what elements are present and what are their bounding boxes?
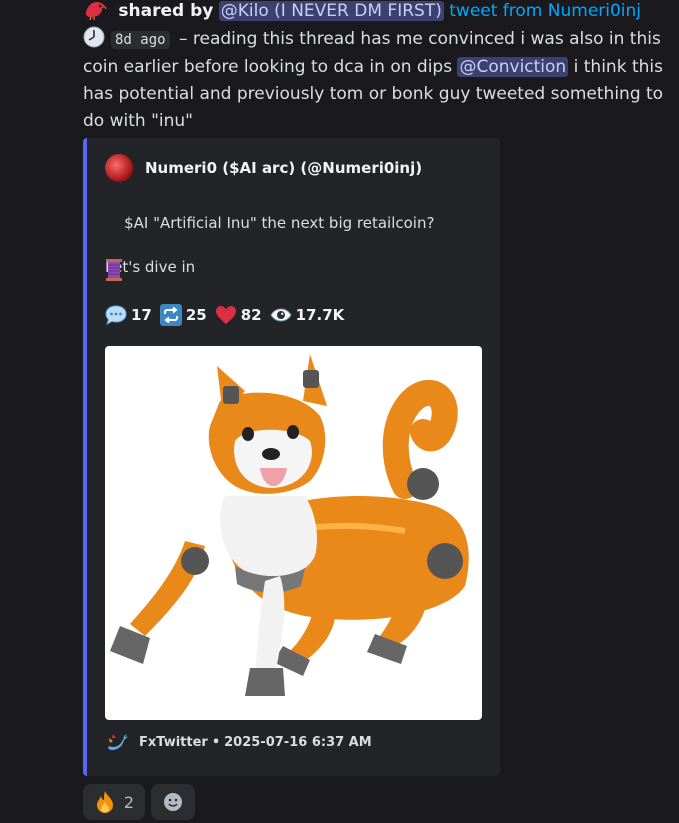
retweet-stat: 25: [159, 304, 207, 326]
fire-reaction[interactable]: 2: [83, 784, 145, 820]
message-body: 8d ago – reading this thread has me conv…: [83, 26, 673, 135]
like-stat: 82: [215, 305, 262, 325]
sharer-mention[interactable]: @Kilo (I NEVER DM FIRST): [218, 1, 444, 21]
conviction-mention[interactable]: @Conviction: [457, 57, 569, 77]
embed-author[interactable]: Numeri0 ($AI arc) (@Numeri0inj): [105, 154, 422, 182]
robot-dog-image: [110, 354, 469, 696]
add-reaction-icon: [164, 793, 182, 811]
footer-datetime: 2025-07-16 6:37 AM: [224, 734, 372, 750]
message-header: shared by @Kilo (I NEVER DM FIRST) tweet…: [83, 0, 641, 25]
retweet-count: 25: [185, 306, 207, 324]
footer-separator: •: [211, 734, 221, 750]
embed-footer: FxTwitter • 2025-07-16 6:37 AM: [107, 732, 372, 752]
add-reaction-button[interactable]: [151, 784, 195, 820]
tweet-embed: Numeri0 ($AI arc) (@Numeri0inj) $AI "Art…: [83, 138, 500, 776]
shared-by-label: shared by: [118, 1, 214, 21]
embed-description-text: $AI "Artificial Inu" the next big retail…: [105, 214, 435, 276]
clock-icon: [83, 26, 105, 48]
reply-stat: 17: [105, 305, 152, 325]
tweet-image[interactable]: [105, 346, 482, 720]
tweet-link[interactable]: tweet from Numeri0inj: [449, 1, 641, 21]
speech-bubble-icon: [105, 305, 127, 325]
footer-source: FxTwitter: [139, 734, 208, 750]
reactions-bar: 2: [83, 784, 201, 820]
view-stat: 17.7K: [270, 306, 345, 324]
tweet-stats: 17 25 82 17.7K: [105, 304, 352, 326]
timestamp-badge[interactable]: 8d ago: [111, 31, 170, 49]
thread-spool-icon: [106, 259, 122, 281]
view-count: 17.7K: [295, 306, 345, 324]
eye-icon: [270, 308, 292, 322]
repeat-icon: [159, 304, 182, 326]
embed-description: $AI "Artificial Inu" the next big retail…: [105, 190, 434, 300]
like-count: 82: [240, 306, 262, 324]
author-avatar: [105, 154, 133, 182]
embed-author-name[interactable]: Numeri0 ($AI arc) (@Numeri0inj): [145, 159, 422, 177]
fire-reaction-count: 2: [123, 792, 135, 812]
heart-icon: [215, 306, 236, 324]
reply-count: 17: [131, 306, 152, 324]
fire-emoji-icon: [96, 791, 113, 813]
red-bird-icon: [85, 2, 107, 20]
fxtwitter-bird-icon: [108, 734, 128, 750]
